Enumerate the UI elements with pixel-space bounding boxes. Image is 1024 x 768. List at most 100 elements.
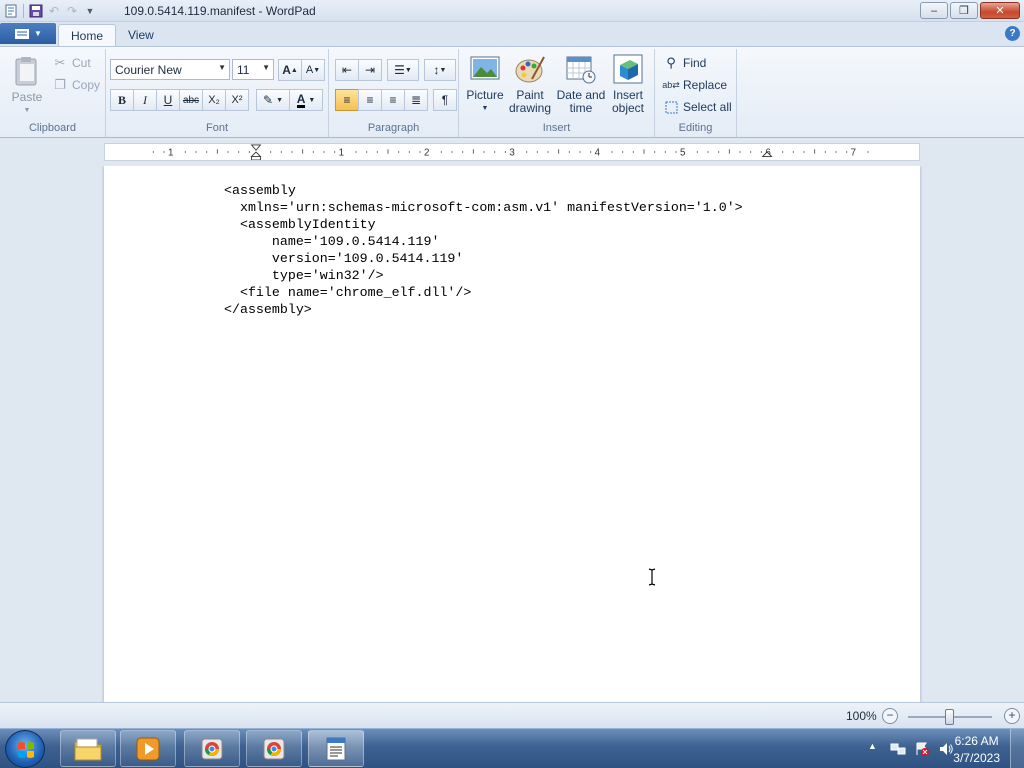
chrome-icon xyxy=(201,738,223,759)
bullets-icon[interactable]: ☰ ▼ xyxy=(387,59,419,81)
application-menu-button[interactable]: ▼ xyxy=(0,23,56,44)
italic-button[interactable]: I xyxy=(133,89,157,111)
undo-icon[interactable]: ↶ xyxy=(45,2,63,20)
text-color-button[interactable]: A ▼ xyxy=(289,89,323,111)
ruler-tick xyxy=(611,151,613,153)
tab-home[interactable]: Home xyxy=(58,24,117,46)
ruler-tick xyxy=(462,151,464,153)
ruler-tick xyxy=(291,151,293,153)
ruler-tick xyxy=(814,149,816,154)
shrink-font-icon[interactable]: A ▼ xyxy=(301,59,325,81)
document-line[interactable]: </assembly> xyxy=(224,301,743,318)
replace-icon: ab⇄ xyxy=(662,79,680,90)
action-center-icon[interactable] xyxy=(914,741,930,757)
start-button[interactable] xyxy=(5,730,45,768)
font-family-select[interactable]: Courier New ▼ xyxy=(110,59,230,80)
taskbar-media-player[interactable] xyxy=(120,730,176,767)
document-page[interactable]: <assembly xmlns='urn:schemas-microsoft-c… xyxy=(104,166,920,702)
wordpad-app-icon[interactable] xyxy=(2,2,20,20)
taskbar-chrome-2[interactable] xyxy=(246,730,302,767)
restore-button[interactable]: ❐ xyxy=(950,2,978,19)
strikethrough-button[interactable]: abc xyxy=(179,89,203,111)
font-size-value: 11 xyxy=(237,63,250,77)
zoom-in-button[interactable]: + xyxy=(1004,708,1020,724)
paste-button[interactable]: Paste ▼ xyxy=(10,55,44,117)
redo-icon[interactable]: ↷ xyxy=(63,2,81,20)
insert-group-label: Insert xyxy=(542,122,571,134)
ruler-tick xyxy=(440,151,442,153)
replace-button[interactable]: ab⇄ Replace xyxy=(662,75,727,95)
tab-view[interactable]: View xyxy=(116,24,166,46)
align-left-icon[interactable]: ≡ xyxy=(335,89,359,111)
copy-button[interactable]: ❐ Copy xyxy=(52,75,100,95)
ruler[interactable]: 11234567 xyxy=(104,143,920,161)
help-icon[interactable]: ? xyxy=(1005,26,1020,41)
align-right-icon[interactable]: ≡ xyxy=(381,89,405,111)
customize-quick-access-icon[interactable]: ▼ xyxy=(81,2,99,20)
ruler-tick xyxy=(835,151,837,153)
show-desktop-button[interactable] xyxy=(1010,729,1024,768)
wordpad-icon xyxy=(326,737,346,760)
ruler-tick xyxy=(718,151,720,153)
ruler-number: 3 xyxy=(509,148,514,159)
document-line[interactable]: version='109.0.5414.119' xyxy=(224,250,743,267)
first-line-indent-marker xyxy=(250,144,262,151)
document-line[interactable]: <file name='chrome_elf.dll'/> xyxy=(224,284,743,301)
quick-access-toolbar: ↶ ↷ ▼ xyxy=(2,2,99,20)
ribbon-tab-bar: ▼ Home View ? xyxy=(0,22,1024,46)
picture-button[interactable]: Picture ▼ xyxy=(465,53,505,115)
save-icon[interactable] xyxy=(27,2,45,20)
increase-indent-icon[interactable]: ⇥ xyxy=(358,59,382,81)
date-time-button[interactable]: Date and time xyxy=(556,53,606,115)
status-bar: 100% − + xyxy=(0,702,1024,728)
ruler-tick xyxy=(398,151,400,153)
zoom-slider-thumb[interactable] xyxy=(945,709,954,725)
minimize-button[interactable]: – xyxy=(920,2,948,19)
line-spacing-icon[interactable]: ↕ ▼ xyxy=(424,59,456,81)
font-size-select[interactable]: 11 ▼ xyxy=(232,59,274,80)
ruler-number: 5 xyxy=(680,148,686,159)
windows-logo-icon xyxy=(18,742,34,758)
paragraph-settings-icon[interactable]: ¶ xyxy=(433,89,457,111)
insert-object-label: Insert object xyxy=(611,88,645,115)
highlight-color-button[interactable]: ✎ ▼ xyxy=(256,89,290,111)
bold-button[interactable]: B xyxy=(110,89,134,111)
taskbar-wordpad[interactable] xyxy=(308,730,364,767)
chevron-down-icon: ▼ xyxy=(34,29,42,38)
subscript-button[interactable]: X₂ xyxy=(202,89,226,111)
clock[interactable]: 6:26 AM 3/7/2023 xyxy=(953,733,1000,767)
ruler-tick xyxy=(227,151,229,153)
cut-button[interactable]: ✂ Cut xyxy=(52,53,91,73)
ruler-tick xyxy=(334,151,336,153)
ruler-tick xyxy=(483,151,485,153)
decrease-indent-icon[interactable]: ⇤ xyxy=(335,59,359,81)
ruler-tick xyxy=(867,151,869,153)
ruler-tick xyxy=(312,151,314,153)
taskbar-chrome-1[interactable] xyxy=(184,730,240,767)
justify-icon[interactable]: ≣ xyxy=(404,89,428,111)
paragraph-group: ⇤ ⇥ ☰ ▼ ↕ ▼ ≡ ≡ ≡ ≣ ¶ Paragraph xyxy=(329,49,459,137)
document-line[interactable]: <assembly xyxy=(224,182,743,199)
document-text[interactable]: <assembly xmlns='urn:schemas-microsoft-c… xyxy=(224,182,743,318)
underline-button[interactable]: U xyxy=(156,89,180,111)
paragraph-align-row: ≡ ≡ ≡ ≣ ¶ xyxy=(335,89,457,111)
document-line[interactable]: <assemblyIdentity xyxy=(224,216,743,233)
document-line[interactable]: name='109.0.5414.119' xyxy=(224,233,743,250)
select-all-icon xyxy=(663,99,679,115)
document-line[interactable]: xmlns='urn:schemas-microsoft-com:asm.v1'… xyxy=(224,199,743,216)
zoom-out-button[interactable]: − xyxy=(882,708,898,724)
paint-drawing-button[interactable]: Paint drawing xyxy=(507,53,553,115)
ruler-tick xyxy=(152,151,154,153)
document-line[interactable]: type='win32'/> xyxy=(224,267,743,284)
show-hidden-icons-icon[interactable]: ▲ xyxy=(868,741,877,751)
network-icon[interactable] xyxy=(890,741,906,757)
align-center-icon[interactable]: ≡ xyxy=(358,89,382,111)
superscript-button[interactable]: X² xyxy=(225,89,249,111)
insert-object-button[interactable]: Insert object xyxy=(609,53,647,115)
find-button[interactable]: ⚲ Find xyxy=(663,53,706,73)
close-button[interactable]: ✕ xyxy=(980,2,1020,19)
select-all-button[interactable]: Select all xyxy=(663,97,732,117)
grow-font-icon[interactable]: A ▲ xyxy=(278,59,302,81)
volume-icon[interactable] xyxy=(938,741,954,757)
taskbar-explorer[interactable] xyxy=(60,730,116,767)
